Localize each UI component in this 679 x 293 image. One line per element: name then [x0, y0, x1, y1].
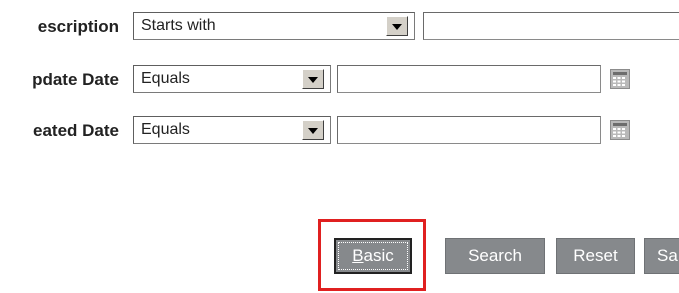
basic-button[interactable]: Basic [334, 238, 412, 274]
basic-label-rest: asic [363, 246, 394, 265]
basic-access-key: B [352, 246, 364, 265]
chevron-down-icon[interactable] [302, 120, 324, 140]
search-button[interactable]: Search [445, 238, 545, 274]
chevron-down-icon[interactable] [386, 16, 408, 36]
chevron-down-icon[interactable] [302, 69, 324, 89]
operator-select-value: Equals [141, 121, 190, 138]
reset-button[interactable]: Reset [556, 238, 635, 274]
filter-row-update-date: pdate Date Equals [0, 65, 679, 97]
filter-row-description: escription Starts with [0, 12, 679, 44]
operator-select-update-date[interactable]: Equals [133, 65, 331, 93]
filter-label-update-date: pdate Date [32, 70, 119, 89]
save-button[interactable]: Sa [644, 238, 679, 274]
filter-label-description: escription [37, 17, 119, 36]
operator-select-description[interactable]: Starts with [133, 12, 415, 40]
save-button-label: Sa [657, 246, 678, 265]
calendar-icon[interactable] [610, 69, 630, 89]
operator-select-created-date[interactable]: Equals [133, 116, 331, 144]
operator-select-value: Starts with [141, 17, 216, 34]
operator-select-value: Equals [141, 70, 190, 87]
filter-label-created-date: eated Date [33, 121, 119, 140]
value-input-update-date[interactable] [337, 65, 601, 93]
basic-button-label: Basic [338, 242, 408, 270]
filter-row-created-date: eated Date Equals [0, 116, 679, 148]
value-input-created-date[interactable] [337, 116, 601, 144]
calendar-icon[interactable] [610, 120, 630, 140]
value-input-description[interactable] [423, 12, 679, 40]
